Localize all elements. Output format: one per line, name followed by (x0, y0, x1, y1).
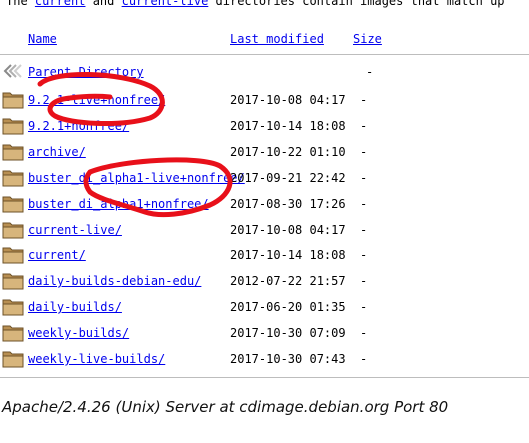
modified-date: 2017-10-14 18:08 (230, 248, 346, 263)
directory-link[interactable]: buster_di_alpha1-live+nonfree/ (28, 171, 245, 185)
directory-link[interactable]: daily-builds/ (28, 300, 122, 314)
folder-icon (2, 116, 24, 135)
back-arrow-icon (2, 62, 22, 80)
parent-directory-row: Parent Directory - (0, 62, 529, 84)
file-size: - (360, 326, 368, 341)
folder-icon (2, 142, 24, 161)
file-size: - (360, 222, 368, 237)
footer-divider (0, 377, 529, 378)
modified-date: 2017-08-30 17:26 (230, 196, 346, 211)
directory-link[interactable]: buster_di_alpha1+nonfree/ (28, 197, 209, 211)
folder-icon (2, 194, 24, 213)
file-size: - (360, 170, 368, 185)
directory-row: archive/2017-10-22 01:10- (0, 142, 529, 164)
intro-suffix: directories contain images that match up (208, 0, 505, 8)
parent-directory-link[interactable]: Parent Directory (28, 65, 144, 79)
file-size: - (360, 196, 368, 211)
directory-row: current-live/2017-10-08 04:17- (0, 220, 529, 242)
modified-date: 2017-10-22 01:10 (230, 144, 346, 159)
file-size: - (360, 248, 368, 263)
modified-date: 2017-10-08 04:17 (230, 222, 346, 237)
folder-icon (2, 220, 24, 238)
folder-icon (2, 349, 24, 368)
folder-icon (2, 297, 24, 316)
file-size: - (360, 274, 368, 289)
directory-row: buster_di_alpha1+nonfree/2017-08-30 17:2… (0, 194, 529, 216)
file-size: - (360, 300, 368, 315)
intro-text: The current and current-live directories… (6, 0, 505, 8)
listing-header: Name Last modified Size (0, 32, 529, 50)
parent-size: - (366, 65, 374, 79)
modified-date: 2012-07-22 21:57 (230, 274, 346, 289)
directory-link[interactable]: weekly-live-builds/ (28, 352, 165, 366)
modified-date: 2017-10-30 07:09 (230, 326, 346, 341)
directory-link[interactable]: archive/ (28, 145, 86, 159)
folder-icon (2, 168, 24, 187)
file-size: - (360, 352, 368, 366)
intro-prefix: The (6, 0, 35, 8)
folder-icon (2, 245, 24, 264)
directory-row: daily-builds/2017-06-20 01:35- (0, 297, 529, 319)
directory-row: current/2017-10-14 18:08- (0, 245, 529, 267)
header-divider (0, 54, 529, 55)
sort-by-name-link[interactable]: Name (28, 32, 57, 46)
directory-row: weekly-live-builds/2017-10-30 07:43- (0, 349, 529, 371)
server-signature: Apache/2.4.26 (Unix) Server at cdimage.d… (2, 398, 449, 416)
directory-row: 9.2.1+nonfree/2017-10-14 18:08- (0, 116, 529, 138)
folder-icon (2, 90, 24, 109)
directory-row: weekly-builds/2017-10-30 07:09- (0, 323, 529, 345)
file-size: - (360, 118, 368, 133)
modified-date: 2017-10-14 18:08 (230, 118, 346, 133)
directory-link[interactable]: weekly-builds/ (28, 326, 129, 340)
modified-date: 2017-10-08 04:17 (230, 93, 346, 107)
file-size: - (360, 93, 368, 107)
directory-row: buster_di_alpha1-live+nonfree/2017-09-21… (0, 168, 529, 190)
sort-by-modified-link[interactable]: Last modified (230, 32, 324, 46)
directory-link[interactable]: current/ (28, 248, 86, 262)
modified-date: 2017-06-20 01:35 (230, 300, 346, 315)
directory-link[interactable]: current-live/ (28, 223, 122, 237)
intro-middle: and (85, 0, 122, 8)
directory-link[interactable]: 9.2.1+nonfree/ (28, 119, 129, 133)
sort-by-size-link[interactable]: Size (353, 32, 382, 46)
modified-date: 2017-10-30 07:43 (230, 352, 346, 366)
current-link[interactable]: current (35, 0, 86, 8)
current-live-link[interactable]: current-live (122, 0, 209, 8)
directory-row: daily-builds-debian-edu/2012-07-22 21:57… (0, 271, 529, 293)
modified-date: 2017-09-21 22:42 (230, 170, 346, 185)
directory-link[interactable]: 9.2.1-live+nonfree/ (28, 93, 165, 107)
directory-row: 9.2.1-live+nonfree/2017-10-08 04:17- (0, 90, 529, 112)
folder-icon (2, 323, 24, 342)
directory-link[interactable]: daily-builds-debian-edu/ (28, 274, 201, 288)
file-size: - (360, 144, 368, 159)
folder-icon (2, 271, 24, 290)
